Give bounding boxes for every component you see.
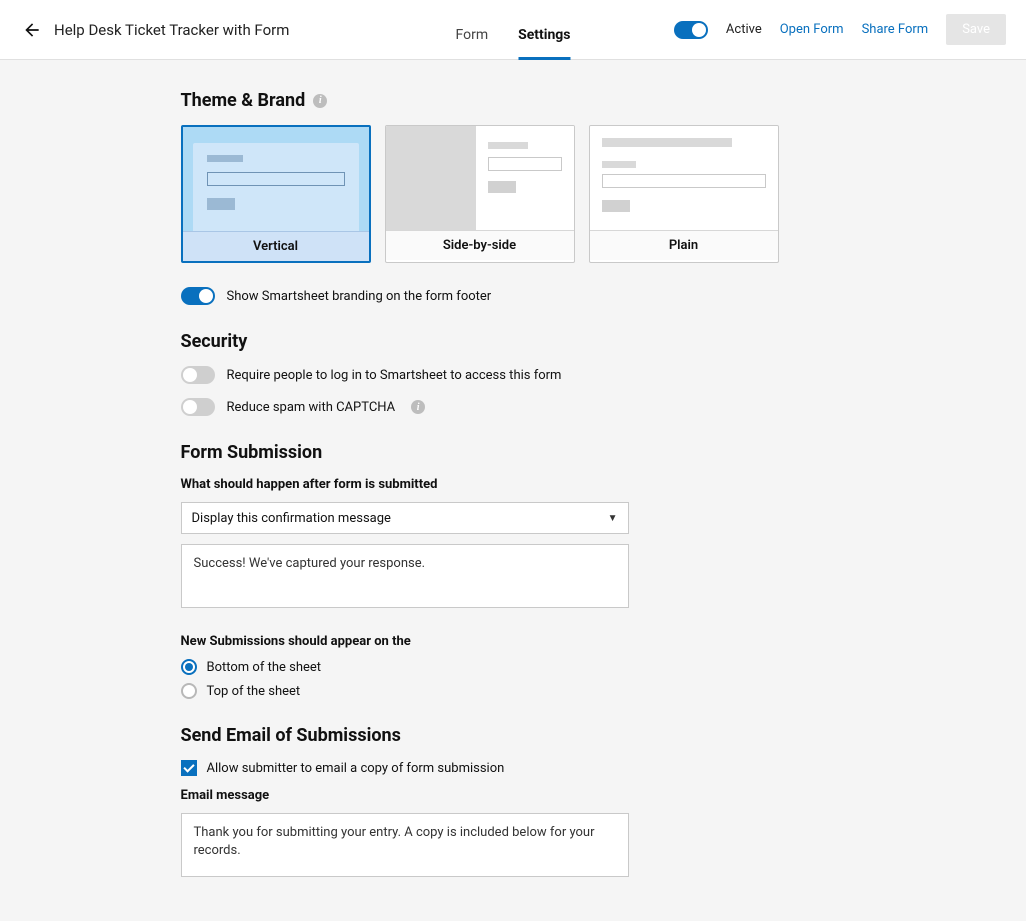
email-heading: Send Email of Submissions [181,725,846,746]
theme-options: Vertical Side-by-side Plain [181,125,846,263]
theme-preview-vertical [183,127,369,231]
back-arrow-icon[interactable] [20,18,44,42]
login-toggle-label: Require people to log in to Smartsheet t… [227,368,562,383]
login-toggle[interactable] [181,366,215,384]
theme-caption: Plain [590,230,778,260]
page-title: Help Desk Ticket Tracker with Form [54,21,289,39]
theme-heading-text: Theme & Brand [181,90,306,111]
branding-toggle[interactable] [181,287,215,305]
radio-bottom[interactable] [181,659,197,675]
login-toggle-row: Require people to log in to Smartsheet t… [181,366,846,384]
tab-form[interactable]: Form [455,1,488,60]
email-message-input[interactable] [181,813,629,877]
radio-bottom-label: Bottom of the sheet [207,660,322,675]
theme-caption: Side-by-side [386,230,574,260]
form-submission-heading-text: Form Submission [181,442,323,463]
theme-caption: Vertical [183,231,369,261]
after-submit-select[interactable]: Display this confirmation message ▼ [181,502,629,534]
radio-top-label: Top of the sheet [207,684,301,699]
radio-bottom-row: Bottom of the sheet [181,659,846,675]
tab-settings[interactable]: Settings [518,1,570,60]
theme-preview-sidebyside [386,126,574,230]
share-form-link[interactable]: Share Form [862,22,929,37]
captcha-toggle[interactable] [181,398,215,416]
radio-top[interactable] [181,683,197,699]
theme-option-vertical[interactable]: Vertical [181,125,371,263]
form-submission-section: Form Submission What should happen after… [181,442,846,699]
security-heading-text: Security [181,331,248,352]
allow-email-checkbox[interactable] [181,760,197,776]
branding-toggle-row: Show Smartsheet branding on the form foo… [181,287,846,305]
theme-preview-plain [590,126,778,230]
after-submit-selected: Display this confirmation message [192,511,391,526]
branding-toggle-label: Show Smartsheet branding on the form foo… [227,289,492,304]
active-toggle[interactable] [674,21,708,39]
save-button[interactable]: Save [946,14,1006,45]
theme-option-plain[interactable]: Plain [589,125,779,263]
email-message-label: Email message [181,788,846,803]
captcha-toggle-row: Reduce spam with CAPTCHA i [181,398,846,416]
email-heading-text: Send Email of Submissions [181,725,401,746]
captcha-toggle-label: Reduce spam with CAPTCHA [227,400,396,415]
tabs: Form Settings [455,0,570,59]
allow-email-row: Allow submitter to email a copy of form … [181,760,846,776]
email-section: Send Email of Submissions Allow submitte… [181,725,846,881]
content-area: Theme & Brand i Vertical [181,60,846,921]
header-actions: Active Open Form Share Form Save [674,14,1006,45]
security-heading: Security [181,331,846,352]
form-submission-heading: Form Submission [181,442,846,463]
security-section: Security Require people to log in to Sma… [181,331,846,416]
info-icon[interactable]: i [411,400,425,414]
info-icon[interactable]: i [313,94,327,108]
chevron-down-icon: ▼ [608,513,618,524]
header-bar: Help Desk Ticket Tracker with Form Form … [0,0,1026,60]
active-label: Active [726,22,762,37]
confirmation-message-input[interactable] [181,544,629,608]
radio-top-row: Top of the sheet [181,683,846,699]
new-submissions-label: New Submissions should appear on the [181,634,846,649]
open-form-link[interactable]: Open Form [780,22,844,37]
theme-option-sidebyside[interactable]: Side-by-side [385,125,575,263]
after-submit-label: What should happen after form is submitt… [181,477,846,492]
theme-heading: Theme & Brand i [181,90,846,111]
allow-email-label: Allow submitter to email a copy of form … [207,761,505,776]
